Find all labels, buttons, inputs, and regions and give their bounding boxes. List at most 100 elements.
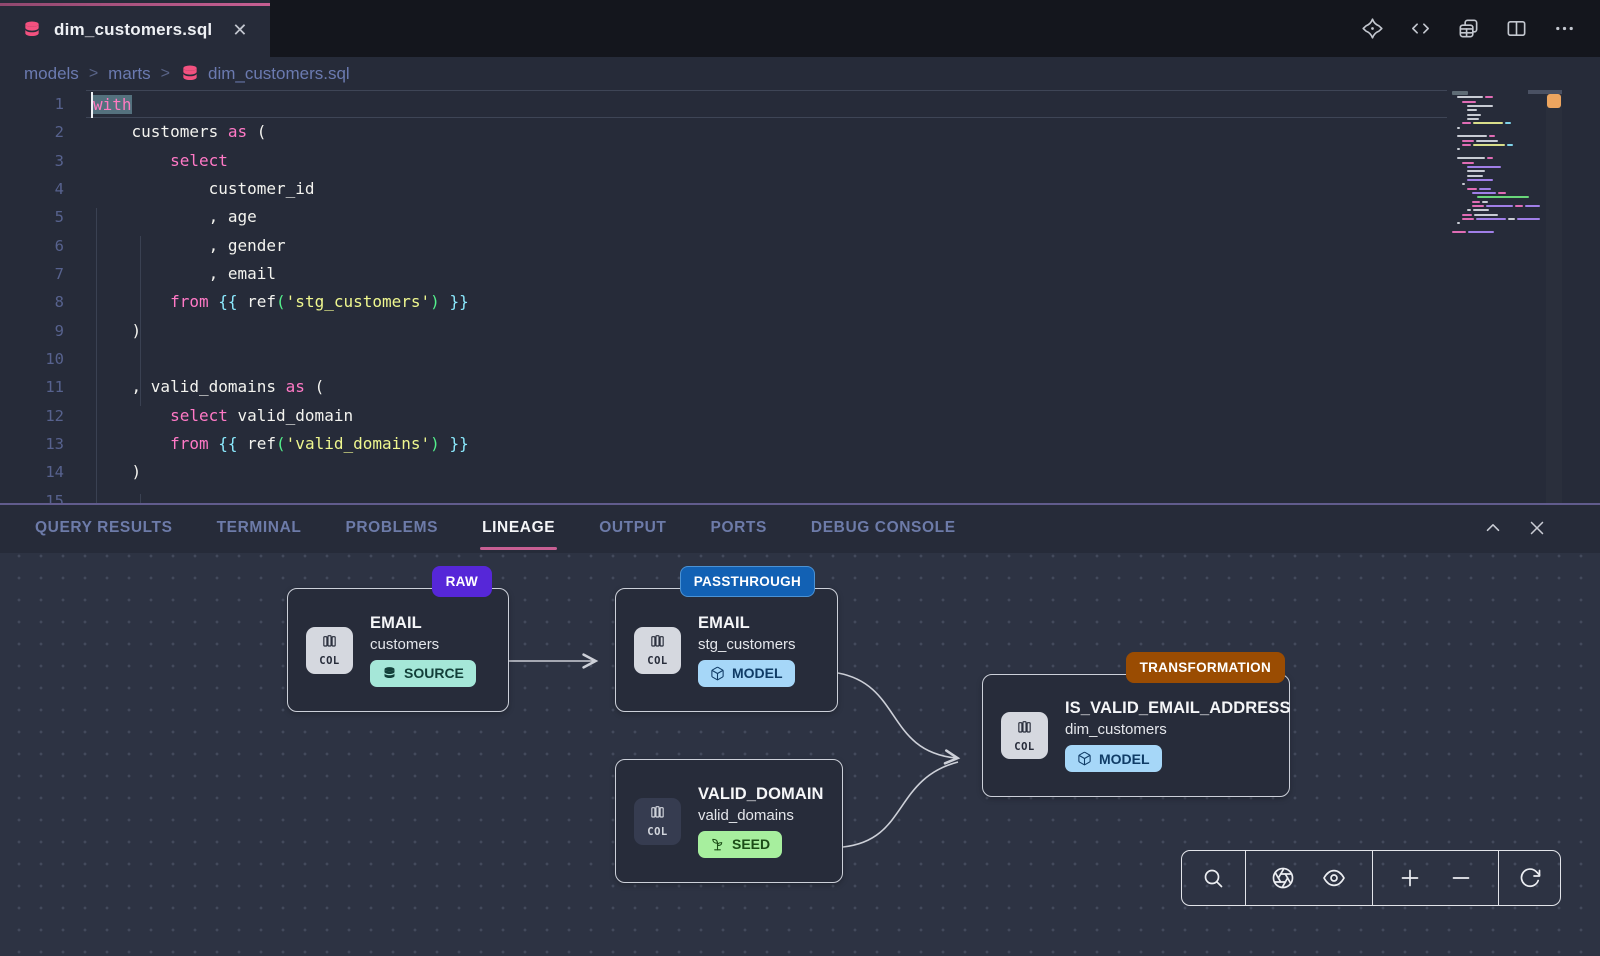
code-token: select xyxy=(170,151,228,170)
panel-tab-problems[interactable]: PROBLEMS xyxy=(343,507,440,549)
code-token xyxy=(440,434,450,453)
breadcrumb-file[interactable]: dim_customers.sql xyxy=(180,64,350,84)
panel-tab-debug-console[interactable]: DEBUG CONSOLE xyxy=(809,507,958,549)
dbt-logo-icon[interactable] xyxy=(1360,17,1384,41)
refresh-icon[interactable] xyxy=(1517,865,1543,891)
code-token: from xyxy=(170,292,209,311)
code-line[interactable]: , gender xyxy=(86,232,1447,260)
toolbar-group xyxy=(1372,851,1498,905)
line-number: 8 xyxy=(0,288,64,316)
zoom-out-icon[interactable] xyxy=(1448,865,1474,891)
code-token: ) xyxy=(430,434,440,453)
code-line[interactable]: , email xyxy=(86,260,1447,288)
node-type-badge-model[interactable]: MODEL xyxy=(1065,745,1162,772)
minimap-row xyxy=(1452,196,1542,198)
columns-icon xyxy=(320,633,339,654)
duplicate-table-icon[interactable] xyxy=(1456,17,1480,41)
minimap-row xyxy=(1452,96,1542,98)
minimap-segment xyxy=(1474,214,1498,216)
code-line[interactable]: select valid_domain xyxy=(86,402,1447,430)
code-token: }} xyxy=(449,292,468,311)
code-line[interactable]: , valid_domains as ( xyxy=(86,373,1447,401)
lineage-node-dim_customers[interactable]: TRANSFORMATIONCOLIS_VALID_EMAIL_ADDRESSd… xyxy=(982,674,1290,797)
code-token: , age xyxy=(93,207,257,226)
minimap[interactable] xyxy=(1452,92,1542,235)
code-line[interactable]: customer_id xyxy=(86,175,1447,203)
columns-icon xyxy=(648,804,667,825)
lineage-node-customers[interactable]: RAWCOLEMAILcustomersSOURCE xyxy=(287,588,509,712)
node-text: EMAILcustomersSOURCE xyxy=(370,614,476,687)
minimap-segment xyxy=(1486,205,1512,207)
code-line[interactable]: from {{ ref('stg_customers') }} xyxy=(86,288,1447,316)
node-type-badge-seed[interactable]: SEED xyxy=(698,831,782,858)
minimap-row xyxy=(1452,231,1542,233)
node-subtitle: customers xyxy=(370,636,476,653)
node-type-badge-model[interactable]: MODEL xyxy=(698,660,795,687)
minimap-row xyxy=(1452,118,1542,120)
code-line[interactable]: ) xyxy=(86,317,1447,345)
node-type-badge-source[interactable]: SOURCE xyxy=(370,660,476,687)
code-token xyxy=(93,292,170,311)
database-icon xyxy=(382,666,397,681)
minimap-segment xyxy=(1468,231,1494,233)
code-line[interactable]: customers as ( xyxy=(86,118,1447,146)
close-icon[interactable] xyxy=(1526,517,1548,539)
line-number: 9 xyxy=(0,317,64,345)
panel-tab-output[interactable]: OUTPUT xyxy=(597,507,668,549)
lineage-canvas[interactable]: RAWCOLEMAILcustomersSOURCEPASSTHROUGHCOL… xyxy=(0,553,1600,956)
code-area[interactable]: with customers as ( select customer_id ,… xyxy=(86,90,1447,515)
panel-tab-ports[interactable]: PORTS xyxy=(709,507,769,549)
minimap-segment xyxy=(1477,196,1529,198)
node-type-badge-label: MODEL xyxy=(1099,751,1150,767)
column-chip: COL xyxy=(634,798,681,845)
app-window: dim_customers.sql ✕ models>marts>dim_cus… xyxy=(0,0,1600,956)
code-line[interactable]: from {{ ref('valid_domains') }} xyxy=(86,430,1447,458)
panel-tabs: QUERY RESULTS TERMINAL PROBLEMS LINEAGE OUTP… xyxy=(33,507,958,549)
breadcrumb-separator: > xyxy=(161,65,170,83)
code-editor[interactable]: 123456789101112131415 with customers as … xyxy=(0,90,1600,503)
minimap-segment xyxy=(1505,122,1511,124)
panel-tab-terminal[interactable]: TERMINAL xyxy=(215,507,304,549)
minimap-row xyxy=(1452,214,1542,216)
minimap-segment xyxy=(1457,148,1460,150)
lineage-node-stg_customers[interactable]: PASSTHROUGHCOLEMAILstg_customersMODEL xyxy=(615,588,838,712)
zoom-in-icon[interactable] xyxy=(1397,865,1423,891)
aperture-icon[interactable] xyxy=(1270,865,1296,891)
editor-tab-dim-customers[interactable]: dim_customers.sql ✕ xyxy=(0,0,270,57)
node-text: IS_VALID_EMAIL_ADDRESSdim_customersMODEL xyxy=(1065,699,1273,772)
column-chip: COL xyxy=(306,627,353,674)
code-token: select xyxy=(170,406,228,425)
code-token: ref xyxy=(238,434,277,453)
line-number: 3 xyxy=(0,147,64,175)
more-icon[interactable] xyxy=(1552,17,1576,41)
code-line[interactable]: with xyxy=(86,90,1447,118)
minimap-segment xyxy=(1479,188,1491,190)
code-line[interactable]: select xyxy=(86,147,1447,175)
eye-icon[interactable] xyxy=(1321,865,1347,891)
code-token: ) xyxy=(93,321,141,340)
minimap-row xyxy=(1452,222,1542,224)
minimap-row xyxy=(1452,114,1542,116)
minimap-segment xyxy=(1473,122,1503,124)
minimap-row xyxy=(1452,209,1542,211)
breadcrumb-segment[interactable]: models xyxy=(24,64,79,84)
code-line[interactable]: ) xyxy=(86,458,1447,486)
chevron-up-icon[interactable] xyxy=(1482,517,1504,539)
code-line[interactable] xyxy=(86,345,1447,373)
split-editor-icon[interactable] xyxy=(1504,17,1528,41)
breadcrumb-segment[interactable]: marts xyxy=(108,64,151,84)
panel-tab-lineage[interactable]: LINEAGE xyxy=(480,507,557,549)
minimap-segment xyxy=(1517,218,1540,220)
overview-ruler-marker xyxy=(1547,94,1561,108)
line-number: 14 xyxy=(0,458,64,486)
panel-tab-query-results[interactable]: QUERY RESULTS xyxy=(33,507,175,549)
toolbar-group xyxy=(1245,851,1372,905)
minimap-row xyxy=(1452,140,1542,142)
lineage-node-valid_domains[interactable]: COLVALID_DOMAINvalid_domainsSEED xyxy=(615,759,843,883)
code-line[interactable]: , age xyxy=(86,203,1447,231)
tab-close-icon[interactable]: ✕ xyxy=(232,21,247,39)
search-icon[interactable] xyxy=(1200,865,1226,891)
code-icon[interactable] xyxy=(1408,17,1432,41)
node-type-badge-label: MODEL xyxy=(732,665,783,681)
overview-ruler[interactable] xyxy=(1546,90,1562,503)
